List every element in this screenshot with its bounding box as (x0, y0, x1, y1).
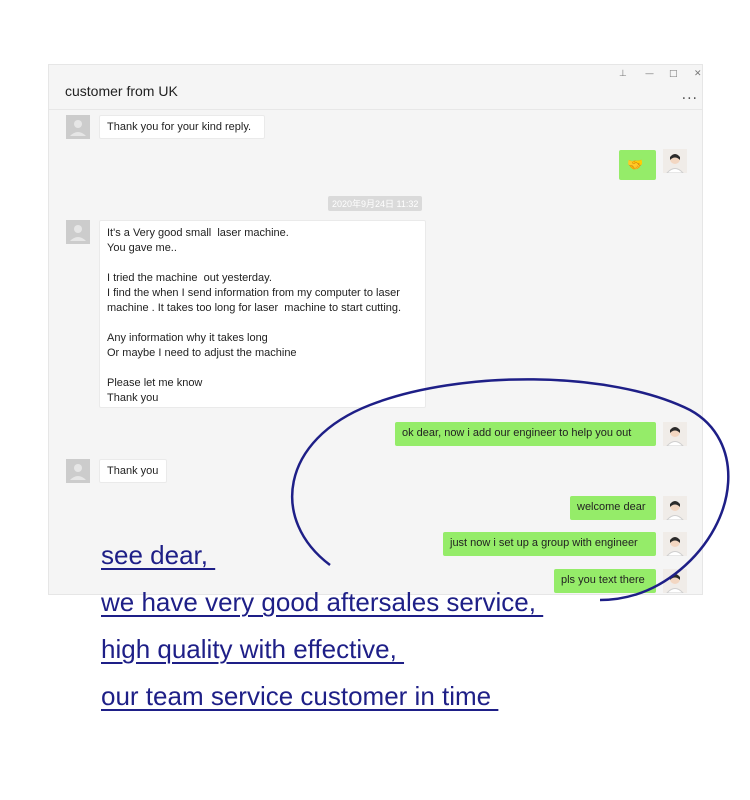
caption-line: we have very good aftersales service, (101, 587, 544, 617)
caption-line: high quality with effective, (101, 634, 405, 664)
highlight-ellipse (291, 378, 730, 602)
caption-line: our team service customer in time (101, 681, 499, 711)
caption-line: see dear, (101, 540, 216, 570)
